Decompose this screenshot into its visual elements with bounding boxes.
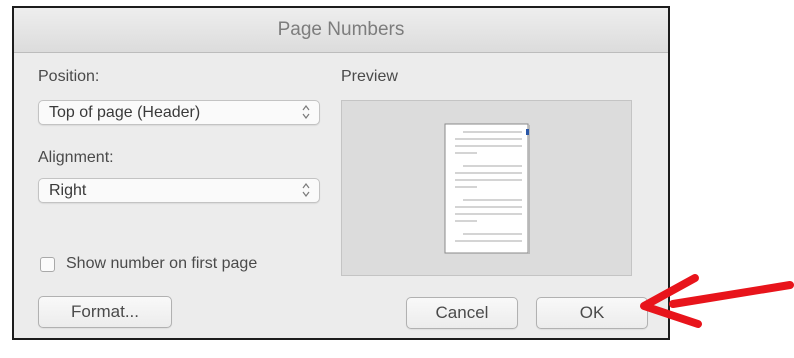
position-label: Position: [38, 68, 100, 85]
show-first-page-label[interactable]: Show number on first page [66, 255, 257, 273]
alignment-label: Alignment: [38, 149, 114, 166]
show-first-page-checkbox[interactable] [40, 257, 55, 272]
position-select[interactable]: Top of page (Header) [38, 100, 320, 125]
position-select-value: Top of page (Header) [49, 104, 201, 121]
format-button[interactable]: Format... [38, 296, 172, 328]
page-number-marker [526, 129, 529, 135]
alignment-select[interactable]: Right [38, 178, 320, 203]
select-updown-icon [302, 105, 310, 119]
page-numbers-dialog: Page Numbers Position: Top of page (Head… [12, 6, 670, 340]
alignment-select-value: Right [49, 182, 87, 199]
cancel-button[interactable]: Cancel [406, 297, 518, 329]
dialog-title: Page Numbers [14, 8, 668, 53]
select-updown-icon [302, 183, 310, 197]
preview-label: Preview [341, 68, 398, 85]
page-preview-icon [444, 123, 530, 254]
ok-button[interactable]: OK [536, 297, 648, 329]
preview-pane [341, 100, 632, 276]
